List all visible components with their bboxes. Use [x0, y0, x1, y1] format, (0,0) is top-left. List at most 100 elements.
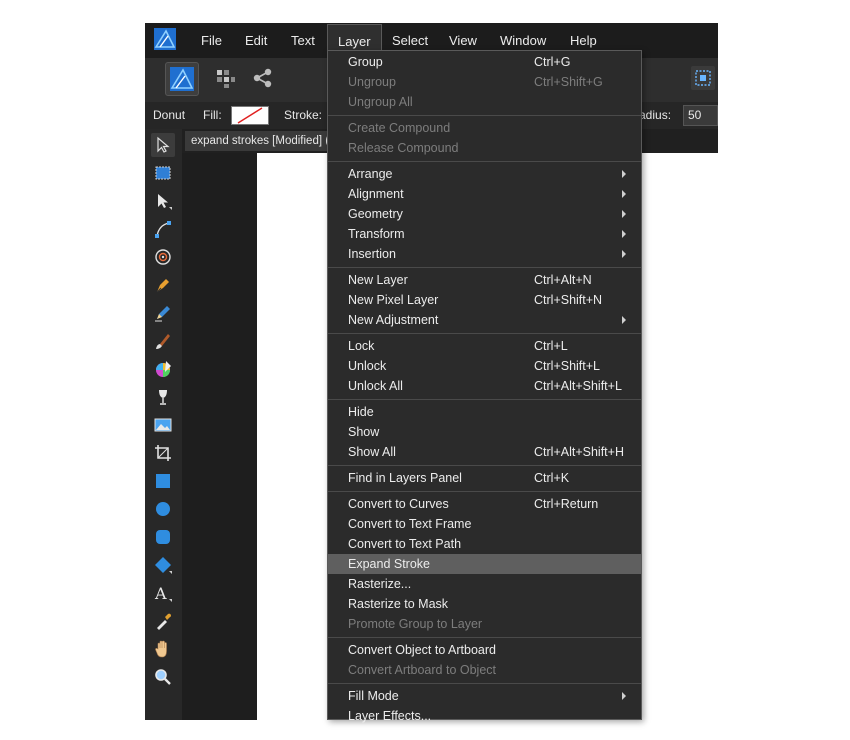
menu-item-label: Convert Object to Artboard [348, 643, 496, 657]
designer-persona-icon [170, 67, 194, 91]
menu-item-convert-artboard-to-object[interactable]: Convert Artboard to Object [328, 660, 641, 680]
menu-item-label: New Adjustment [348, 313, 439, 327]
menu-item-arrange[interactable]: Arrange [328, 164, 641, 184]
corner-tool-icon[interactable] [151, 217, 175, 241]
menu-text[interactable]: Text [281, 23, 325, 58]
pencil-tool-icon[interactable] [151, 301, 175, 325]
menu-item-label: Create Compound [348, 121, 451, 135]
menu-item-shortcut: Ctrl+Alt+Shift+L [534, 379, 622, 393]
menu-item-show[interactable]: Show [328, 422, 641, 442]
rectangle-tool-icon[interactable] [151, 469, 175, 493]
shape-name-label: Donut [153, 108, 186, 122]
fill-tool-icon[interactable] [151, 357, 175, 381]
rounded-rectangle-tool-icon[interactable] [151, 525, 175, 549]
menu-separator [328, 333, 641, 334]
menu-item-label: Convert Artboard to Object [348, 663, 496, 677]
menu-item-transform[interactable]: Transform [328, 224, 641, 244]
submenu-arrow-icon [622, 230, 626, 238]
pen-tool-icon[interactable] [151, 273, 175, 297]
menu-item-convert-to-curves[interactable]: Convert to Curves Ctrl+Return [328, 494, 641, 514]
menu-item-convert-to-text-frame[interactable]: Convert to Text Frame [328, 514, 641, 534]
menu-item-rasterize-to-mask[interactable]: Rasterize to Mask [328, 594, 641, 614]
menu-item-fill-mode[interactable]: Fill Mode [328, 686, 641, 706]
menu-item-label: Transform [348, 227, 405, 241]
menu-item-label: New Layer [348, 273, 408, 287]
no-fill-icon [237, 107, 263, 124]
menu-item-shortcut: Ctrl+Shift+N [534, 293, 603, 307]
menu-item-lock[interactable]: Lock Ctrl+L [328, 336, 641, 356]
menu-item-label: Expand Stroke [348, 557, 430, 571]
ellipse-tool-icon[interactable] [151, 497, 175, 521]
menu-edit[interactable]: Edit [235, 23, 277, 58]
menu-item-ungroup[interactable]: Ungroup Ctrl+Shift+G [328, 72, 641, 92]
svg-text:A: A [154, 584, 167, 602]
place-image-tool-icon[interactable] [151, 413, 175, 437]
menu-item-promote-group-to-layer[interactable]: Promote Group to Layer [328, 614, 641, 634]
artistic-text-tool-icon[interactable]: A [151, 581, 175, 605]
menu-item-shortcut: Ctrl+Shift+G [534, 75, 603, 89]
menu-item-new-pixel-layer[interactable]: New Pixel Layer Ctrl+Shift+N [328, 290, 641, 310]
menu-item-label: Convert to Text Path [348, 537, 462, 551]
node-tool-icon[interactable] [151, 189, 175, 213]
menu-item-geometry[interactable]: Geometry [328, 204, 641, 224]
menu-separator [328, 115, 641, 116]
menu-item-find-in-layers-panel[interactable]: Find in Layers Panel Ctrl+K [328, 468, 641, 488]
pixel-persona-icon[interactable] [214, 66, 238, 90]
designer-persona-button[interactable] [165, 62, 199, 96]
menu-item-show-all[interactable]: Show All Ctrl+Alt+Shift+H [328, 442, 641, 462]
menu-item-insertion[interactable]: Insertion [328, 244, 641, 264]
menu-item-label: Group [348, 55, 383, 69]
snapping-icon[interactable] [691, 66, 715, 90]
menu-item-label: Layer Effects... [348, 709, 432, 723]
view-tool-icon[interactable] [151, 637, 175, 661]
menu-item-unlock-all[interactable]: Unlock All Ctrl+Alt+Shift+L [328, 376, 641, 396]
menu-item-ungroup-all[interactable]: Ungroup All [328, 92, 641, 112]
transparency-tool-icon[interactable] [151, 385, 175, 409]
fill-swatch[interactable] [231, 106, 269, 125]
submenu-arrow-icon [622, 692, 626, 700]
radius-value-field[interactable]: 50 % [683, 105, 718, 141]
menu-item-release-compound[interactable]: Release Compound [328, 138, 641, 158]
fill-label: Fill: [203, 108, 222, 122]
menu-item-label: Alignment [348, 187, 404, 201]
menu-item-convert-to-text-path[interactable]: Convert to Text Path [328, 534, 641, 554]
color-picker-tool-icon[interactable] [151, 609, 175, 633]
document-tab[interactable]: expand strokes [Modified] (7 [185, 131, 337, 151]
diamond-tool-icon[interactable] [151, 553, 175, 577]
artboard-tool-icon[interactable] [151, 161, 175, 185]
menu-item-expand-stroke[interactable]: Expand Stroke [328, 554, 641, 574]
menu-item-label: Rasterize to Mask [348, 597, 449, 611]
menu-item-new-layer[interactable]: New Layer Ctrl+Alt+N [328, 270, 641, 290]
menu-item-group[interactable]: Group Ctrl+G [328, 52, 641, 72]
menu-item-label: Show [348, 425, 380, 439]
menu-file[interactable]: File [191, 23, 232, 58]
submenu-arrow-icon [622, 190, 626, 198]
menu-separator [328, 637, 641, 638]
tools-panel: A [145, 129, 183, 720]
menu-item-new-adjustment[interactable]: New Adjustment [328, 310, 641, 330]
menu-item-label: Rasterize... [348, 577, 412, 591]
radius-label: adius: [639, 108, 672, 122]
export-persona-icon[interactable] [251, 66, 275, 90]
menu-item-alignment[interactable]: Alignment [328, 184, 641, 204]
menu-item-shortcut: Ctrl+L [534, 339, 568, 353]
zoom-tool-icon[interactable] [151, 665, 175, 689]
menu-item-label: Promote Group to Layer [348, 617, 483, 631]
menu-item-convert-object-to-artboard[interactable]: Convert Object to Artboard [328, 640, 641, 660]
menu-item-shortcut: Ctrl+Shift+L [534, 359, 601, 373]
menu-separator [328, 465, 641, 466]
vector-brush-tool-icon[interactable] [151, 329, 175, 353]
menu-item-label: Show All [348, 445, 396, 459]
menu-item-hide[interactable]: Hide [328, 402, 641, 422]
menu-item-layer-effects[interactable]: Layer Effects... [328, 706, 641, 726]
menu-item-create-compound[interactable]: Create Compound [328, 118, 641, 138]
affinity-designer-logo-icon [154, 28, 176, 50]
move-tool-icon[interactable] [151, 133, 175, 157]
crop-tool-icon[interactable] [151, 441, 175, 465]
menu-item-label: Convert to Curves [348, 497, 449, 511]
menu-item-unlock[interactable]: Unlock Ctrl+Shift+L [328, 356, 641, 376]
menu-item-rasterize[interactable]: Rasterize... [328, 574, 641, 594]
menu-item-shortcut: Ctrl+Alt+Shift+H [534, 445, 624, 459]
layer-menu-dropdown: Group Ctrl+G Ungroup Ctrl+Shift+G Ungroup Al… [327, 50, 642, 723]
point-transform-tool-icon[interactable] [151, 245, 175, 269]
